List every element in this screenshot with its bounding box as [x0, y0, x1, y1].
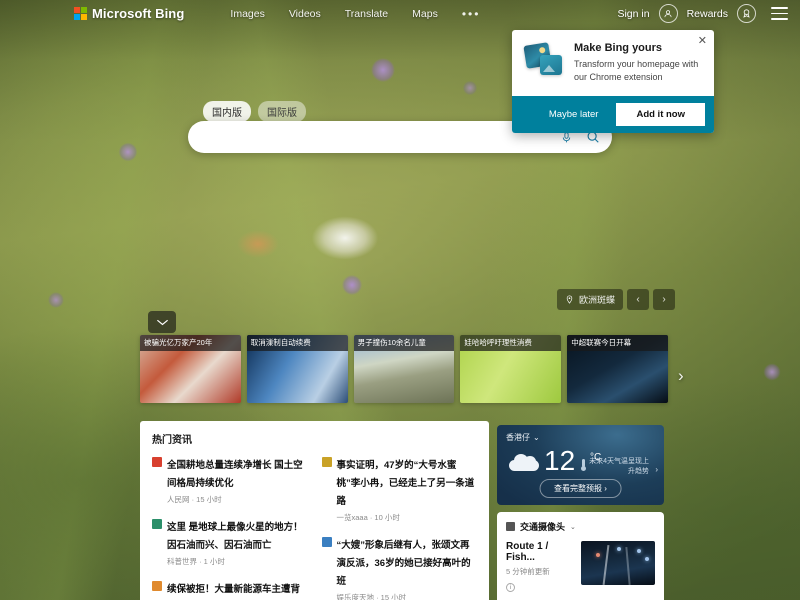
- attribution-label: 欧洲斑蝶: [579, 293, 615, 306]
- traffic-camera-thumbnail[interactable]: [581, 541, 655, 585]
- source-icon: [152, 581, 162, 591]
- nav-translate[interactable]: Translate: [345, 8, 388, 20]
- list-item[interactable]: 全国耕地总量连续净增长 国土空间格局持续优化 人民网 · 15 小时: [152, 455, 308, 505]
- source-icon: [152, 519, 162, 529]
- promo-description: Transform your homepage with our Chrome …: [574, 58, 704, 84]
- feed-column-right: 事实证明，47岁的“大号水蜜桃”李小冉，已经走上了另一条道路 一览xaaa · …: [322, 455, 478, 600]
- tab-domestic[interactable]: 国内版: [203, 101, 251, 122]
- weather-widget[interactable]: 香港仔 ⌄ 12 °C 未来4天气温呈现上升趋势 › 查看完整预报 ›: [497, 425, 664, 505]
- news-headline: 这里 是地球上最像火星的地方！因石油而兴、因石油而亡: [167, 522, 303, 551]
- story-card-title: 男子撞伤10余名儿童: [354, 335, 455, 351]
- list-item[interactable]: 这里 是地球上最像火星的地方！因石油而兴、因石油而亡 科普世界 · 1 小时: [152, 517, 308, 567]
- header-right-actions: Sign in Rewards: [617, 4, 788, 23]
- logo-square-red: [74, 7, 80, 13]
- news-headline: 全国耕地总量连续净增长 国土空间格局持续优化: [167, 460, 303, 489]
- hamburger-menu-icon[interactable]: [771, 7, 788, 20]
- story-card-title: 娃哈哈呼吁理性消费: [460, 335, 561, 351]
- traffic-details: Route 1 / Fish... 5 分钟前更新 i: [506, 541, 573, 592]
- promo-text: Make Bing yours Transform your homepage …: [574, 41, 704, 84]
- close-icon[interactable]: ✕: [698, 36, 707, 47]
- more-menu-icon[interactable]: •••: [462, 7, 481, 21]
- story-card[interactable]: 男子撞伤10余名儿童: [354, 335, 455, 403]
- logo-square-blue: [74, 14, 80, 20]
- nav-videos[interactable]: Videos: [289, 8, 321, 20]
- prev-image-button[interactable]: ‹: [627, 289, 649, 310]
- sign-in-label[interactable]: Sign in: [617, 8, 649, 20]
- attribution-pill[interactable]: 欧洲斑蝶: [557, 289, 623, 310]
- feed-columns: 全国耕地总量连续净增长 国土空间格局持续优化 人民网 · 15 小时 这里 是地…: [152, 455, 477, 600]
- news-feed-panel: 热门资讯 全国耕地总量连续净增长 国土空间格局持续优化 人民网 · 15 小时 …: [140, 421, 489, 600]
- traffic-header[interactable]: 交通摄像头 ⌄: [506, 520, 655, 533]
- chevron-down-icon[interactable]: ⌄: [533, 433, 540, 442]
- news-headline: “大嫂”形象后继有人，张颂文再演反派，36岁的她已接好高叶的班: [337, 540, 471, 587]
- news-headline: 事实证明，47岁的“大号水蜜桃”李小冉，已经走上了另一条道路: [337, 460, 475, 507]
- weather-trend-note: 未来4天气温呈现上升趋势: [589, 457, 657, 477]
- bing-logo[interactable]: Microsoft Bing: [74, 6, 184, 21]
- story-card[interactable]: 娃哈哈呼吁理性消费: [460, 335, 561, 403]
- primary-nav: Images Videos Translate Maps •••: [230, 7, 480, 21]
- story-card-title: 中超联赛今日开幕: [567, 335, 668, 351]
- nav-maps[interactable]: Maps: [412, 8, 438, 20]
- news-source: 一览xaaa · 10 小时: [337, 512, 478, 523]
- story-card[interactable]: 被骗光亿万家产20年: [140, 335, 241, 403]
- story-card-title: 被骗光亿万家产20年: [140, 335, 241, 351]
- story-cards-strip: 被骗光亿万家产20年 取消漅制自动续费 男子撞伤10余名儿童 娃哈哈呼吁理性消费…: [140, 335, 668, 403]
- traffic-updated-time: 5 分钟前更新: [506, 566, 573, 577]
- rewards-label[interactable]: Rewards: [687, 8, 728, 20]
- feed-column-left: 全国耕地总量连续净增长 国土空间格局持续优化 人民网 · 15 小时 这里 是地…: [152, 455, 308, 600]
- weather-location-label: 香港仔: [506, 432, 530, 443]
- collapse-feed-button[interactable]: [148, 311, 176, 333]
- location-pin-icon: [565, 295, 574, 304]
- version-tabs: 国内版 国际版: [203, 101, 306, 122]
- traffic-camera-widget: 交通摄像头 ⌄ Route 1 / Fish... 5 分钟前更新 i 在地图上…: [497, 512, 664, 600]
- traffic-title: 交通摄像头: [520, 520, 565, 533]
- thermometer-icon: [581, 459, 586, 471]
- weather-temperature: 12: [544, 447, 575, 475]
- chevron-down-icon: [157, 319, 168, 326]
- logo-square-green: [81, 7, 87, 13]
- add-it-now-button[interactable]: Add it now: [616, 103, 705, 126]
- image-attribution: 欧洲斑蝶 ‹ ›: [557, 289, 675, 310]
- story-card[interactable]: 取消漅制自动续费: [247, 335, 348, 403]
- tab-international[interactable]: 国际版: [258, 101, 306, 122]
- logo-text: Microsoft Bing: [92, 6, 184, 21]
- maybe-later-button[interactable]: Maybe later: [540, 104, 608, 125]
- nav-images[interactable]: Images: [230, 8, 264, 20]
- news-headline: 续保被拒！大量新能源车主遭背刺，保司：亏钱的生意没法做: [167, 584, 300, 600]
- list-item[interactable]: 续保被拒！大量新能源车主遭背刺，保司：亏钱的生意没法做 太平洋号 · 10 小时: [152, 579, 308, 600]
- source-icon: [152, 457, 162, 467]
- source-icon: [322, 457, 332, 467]
- traffic-camera-icon: [506, 522, 515, 531]
- next-image-button[interactable]: ›: [653, 289, 675, 310]
- list-item[interactable]: “大嫂”形象后继有人，张颂文再演反派，36岁的她已接好高叶的班 娱乐度天地 · …: [322, 535, 478, 600]
- source-icon: [322, 537, 332, 547]
- weather-location[interactable]: 香港仔 ⌄: [506, 432, 540, 443]
- weather-trend-arrow-icon[interactable]: ›: [655, 465, 658, 474]
- cloud-icon: [509, 453, 539, 471]
- search-input[interactable]: [202, 131, 560, 143]
- rewards-icon[interactable]: [737, 4, 756, 23]
- next-cards-button[interactable]: ›: [678, 366, 684, 386]
- avatar[interactable]: [659, 4, 678, 23]
- news-source: 娱乐度天地 · 15 小时: [337, 592, 478, 600]
- full-forecast-button[interactable]: 查看完整预报 ›: [539, 479, 622, 498]
- story-card[interactable]: 中超联赛今日开幕: [567, 335, 668, 403]
- list-item[interactable]: 事实证明，47岁的“大号水蜜桃”李小冉，已经走上了另一条道路 一览xaaa · …: [322, 455, 478, 523]
- promo-popup: Make Bing yours Transform your homepage …: [512, 30, 714, 133]
- story-card-title: 取消漅制自动续费: [247, 335, 348, 351]
- promo-actions: Maybe later Add it now: [512, 96, 714, 133]
- traffic-body: Route 1 / Fish... 5 分钟前更新 i: [506, 541, 655, 592]
- promo-body: Make Bing yours Transform your homepage …: [512, 30, 714, 96]
- logo-square-yellow: [81, 14, 87, 20]
- feed-heading: 热门资讯: [152, 431, 477, 446]
- news-source: 人民网 · 15 小时: [167, 494, 308, 505]
- promo-title: Make Bing yours: [574, 42, 704, 54]
- promo-illustration-icon: [523, 41, 565, 81]
- top-header: Microsoft Bing Images Videos Translate M…: [0, 0, 800, 27]
- chevron-down-icon[interactable]: ⌄: [570, 523, 576, 531]
- microsoft-logo-icon: [74, 7, 87, 20]
- traffic-route-name: Route 1 / Fish...: [506, 541, 573, 563]
- news-source: 科普世界 · 1 小时: [167, 556, 308, 567]
- info-icon[interactable]: i: [506, 583, 515, 592]
